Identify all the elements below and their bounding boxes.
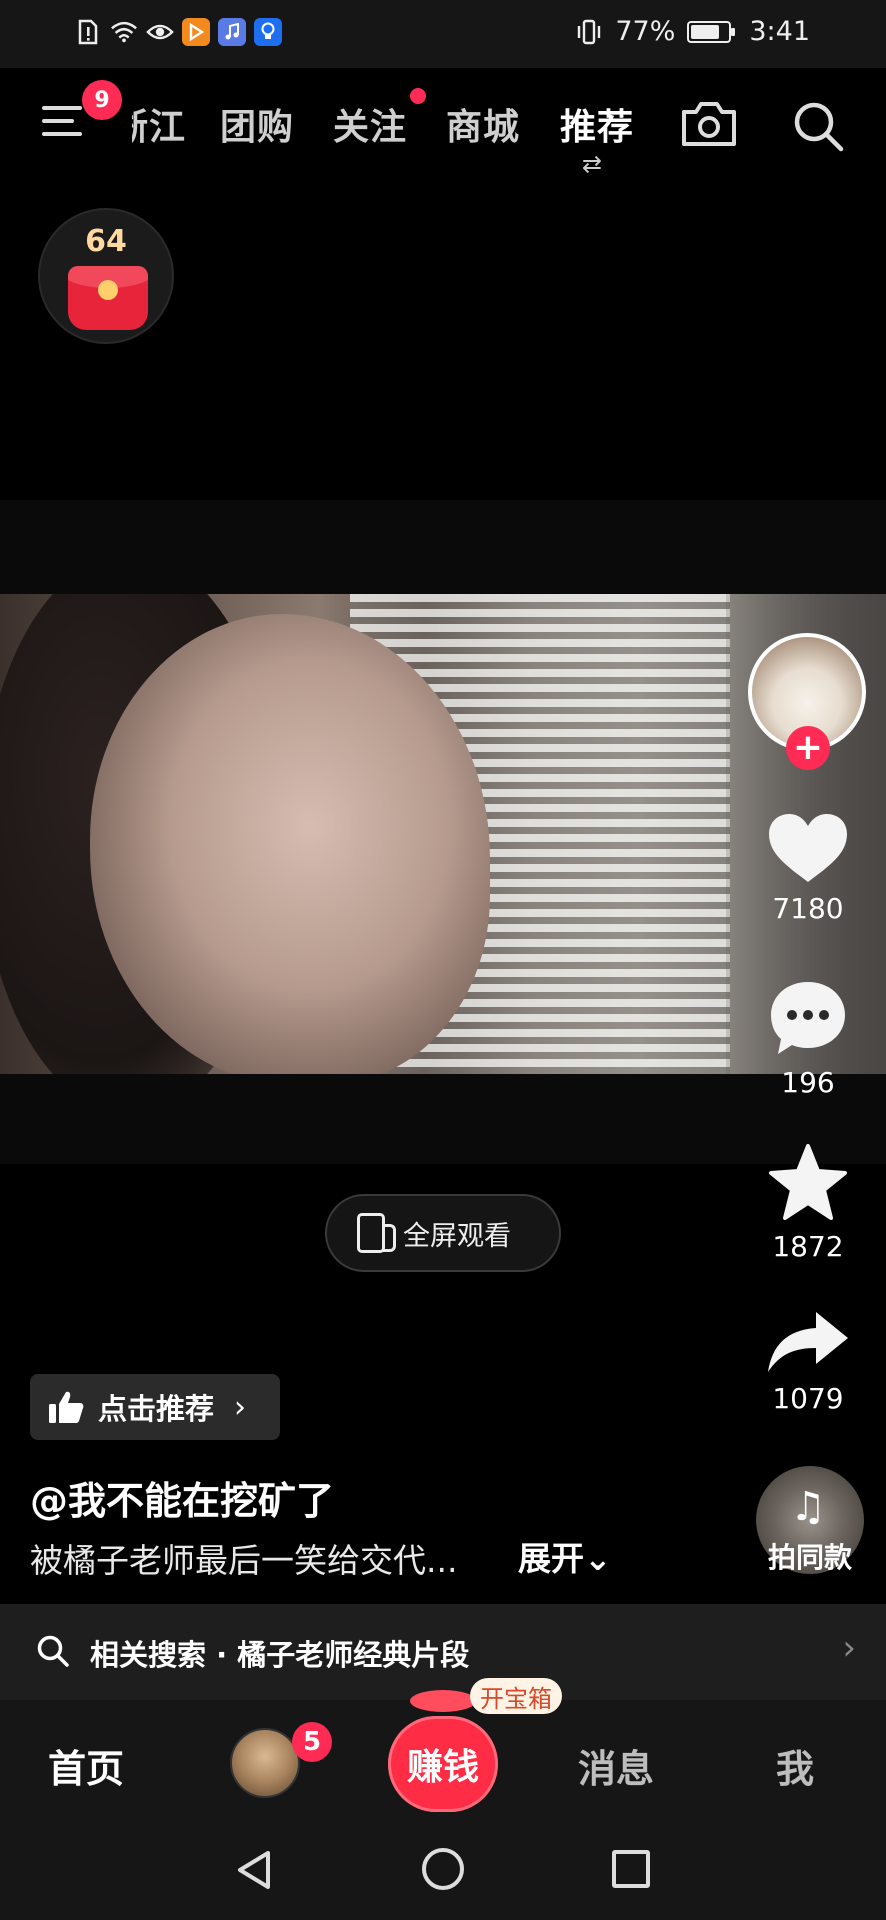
menu-line bbox=[42, 106, 82, 110]
music-note-icon: ♫ bbox=[790, 1484, 826, 1530]
video-description: 被橘子老师最后一笑给交代... bbox=[30, 1541, 458, 1580]
like-button[interactable]: 7180 bbox=[756, 812, 860, 925]
tab-mall[interactable]: 商城 bbox=[446, 98, 520, 150]
fullscreen-button[interactable]: 全屏观看 bbox=[325, 1194, 561, 1272]
tab-messages[interactable]: 消息 bbox=[578, 1738, 654, 1793]
tab-local[interactable]: 浙江 bbox=[132, 98, 186, 150]
like-count: 7180 bbox=[772, 892, 844, 925]
chevron-right-icon: › bbox=[842, 1628, 856, 1668]
battery-level bbox=[691, 24, 720, 39]
app-music-icon bbox=[218, 18, 246, 46]
menu-line bbox=[42, 132, 82, 136]
chevron-right-icon: › bbox=[234, 1389, 247, 1425]
app-play-icon bbox=[182, 18, 210, 46]
friends-badge: 5 bbox=[292, 1722, 332, 1762]
status-icons-left bbox=[74, 18, 282, 46]
sim-alert-icon bbox=[74, 18, 102, 46]
share-icon bbox=[768, 1312, 848, 1372]
system-nav-bar bbox=[0, 1828, 886, 1920]
treasure-chest-tag[interactable]: 开宝箱 bbox=[470, 1678, 562, 1714]
related-search-bar[interactable]: 相关搜索 · 橘子老师经典片段 › bbox=[0, 1604, 886, 1700]
status-icons-right: 77% 3:41 bbox=[575, 16, 810, 47]
rotate-screen-icon bbox=[357, 1213, 396, 1253]
app-bulb-icon bbox=[254, 18, 282, 46]
camera-icon[interactable] bbox=[678, 98, 740, 150]
recent-apps-icon[interactable] bbox=[612, 1850, 650, 1888]
comment-icon bbox=[771, 982, 845, 1054]
favorite-button[interactable]: 1872 bbox=[756, 1144, 860, 1263]
star-icon bbox=[769, 1144, 847, 1220]
use-sound-label[interactable]: 拍同款 bbox=[756, 1536, 864, 1576]
search-icon[interactable] bbox=[790, 98, 846, 154]
recommend-label: 点击推荐 bbox=[98, 1392, 215, 1426]
tab-recommend[interactable]: 推荐 bbox=[560, 98, 634, 150]
fullscreen-label: 全屏观看 bbox=[403, 1220, 511, 1252]
eye-comfort-icon bbox=[146, 18, 174, 46]
favorite-count: 1872 bbox=[772, 1230, 844, 1263]
share-button[interactable]: 1079 bbox=[756, 1310, 860, 1415]
vibrate-icon bbox=[578, 19, 601, 44]
wifi-icon bbox=[110, 18, 138, 46]
heart-icon bbox=[769, 814, 847, 882]
status-bar: 77% 3:41 bbox=[0, 0, 886, 68]
earn-bag-knot bbox=[410, 1690, 476, 1712]
tab-friends-avatar[interactable] bbox=[230, 1728, 300, 1798]
share-count: 1079 bbox=[772, 1382, 844, 1415]
comment-count: 196 bbox=[781, 1066, 835, 1099]
coin-icon bbox=[98, 280, 118, 300]
search-icon bbox=[37, 1635, 69, 1667]
related-search-label: 相关搜索 · 橘子老师经典片段 bbox=[90, 1638, 470, 1672]
tab-me[interactable]: 我 bbox=[776, 1738, 814, 1793]
red-envelope-icon bbox=[68, 266, 148, 330]
clock: 3:41 bbox=[749, 16, 810, 47]
home-icon[interactable] bbox=[422, 1848, 464, 1890]
bottom-tab-bar: 首页 5 赚钱 开宝箱 消息 我 bbox=[0, 1678, 886, 1828]
tab-earn[interactable]: 赚钱 bbox=[388, 1716, 498, 1812]
expand-button[interactable]: 展开⌄ bbox=[518, 1532, 612, 1580]
comment-button[interactable]: 196 bbox=[756, 978, 860, 1099]
menu-line bbox=[42, 119, 74, 123]
battery-icon bbox=[687, 20, 736, 43]
author-name[interactable]: @我不能在挖矿了 bbox=[30, 1470, 334, 1525]
switch-icon[interactable]: ⇄ bbox=[582, 152, 602, 176]
thumbs-up-icon bbox=[49, 1391, 84, 1423]
menu-button[interactable] bbox=[42, 104, 86, 140]
red-packet-widget[interactable]: 64 bbox=[38, 208, 174, 344]
following-dot bbox=[410, 88, 426, 104]
tab-home[interactable]: 首页 bbox=[48, 1738, 124, 1793]
red-packet-count: 64 bbox=[85, 224, 127, 259]
follow-button[interactable]: + bbox=[786, 726, 830, 770]
back-icon[interactable] bbox=[236, 1850, 272, 1890]
menu-badge: 9 bbox=[82, 80, 122, 120]
recommend-button[interactable]: 点击推荐 › bbox=[30, 1374, 280, 1440]
top-nav: 9 浙江 团购 关注 商城 推荐 ⇄ bbox=[0, 68, 886, 178]
tab-following[interactable]: 关注 bbox=[333, 98, 407, 150]
battery-percent: 77% bbox=[615, 16, 676, 47]
tab-group-buy[interactable]: 团购 bbox=[220, 98, 294, 150]
